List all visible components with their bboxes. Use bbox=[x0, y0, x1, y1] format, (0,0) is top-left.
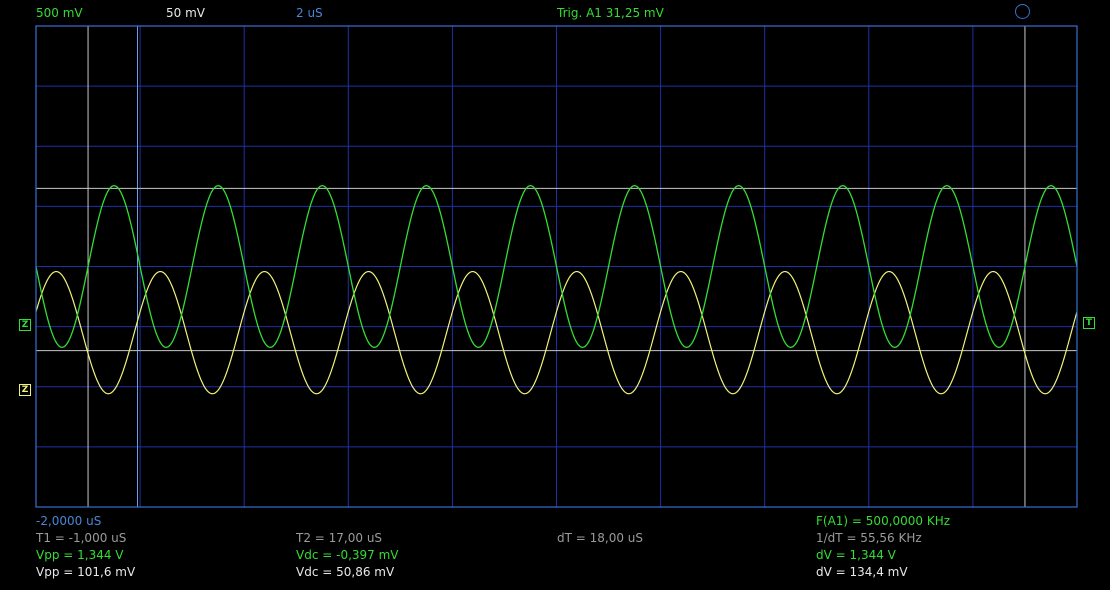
ch1-vpp-readout: Vpp = 1,344 V bbox=[36, 548, 124, 562]
status-indicator-icon[interactable] bbox=[1015, 4, 1030, 19]
ch2-vdc-readout: Vdc = 50,86 mV bbox=[296, 565, 395, 579]
ch2-scale[interactable]: 50 mV bbox=[166, 6, 205, 20]
ch2-dv-readout: dV = 134,4 mV bbox=[816, 565, 908, 579]
ch1-dv-readout: dV = 1,344 V bbox=[816, 548, 896, 562]
ch1-scale[interactable]: 500 mV bbox=[36, 6, 83, 20]
scope-screen bbox=[35, 25, 1078, 508]
inverse-dt-readout: 1/dT = 55,56 KHz bbox=[816, 531, 922, 545]
time-offset: -2,0000 uS bbox=[36, 514, 102, 528]
timebase[interactable]: 2 uS bbox=[296, 6, 323, 20]
cursor-dt: dT = 18,00 uS bbox=[557, 531, 644, 545]
trigger-info[interactable]: Trig. A1 31,25 mV bbox=[557, 6, 664, 20]
trigger-level-marker-icon[interactable]: T bbox=[1083, 317, 1095, 329]
cursor-t2: T2 = 17,00 uS bbox=[296, 531, 383, 545]
frequency-readout: F(A1) = 500,0000 KHz bbox=[816, 514, 951, 528]
ch1-ground-marker-icon[interactable]: Z bbox=[19, 319, 31, 331]
ch1-vdc-readout: Vdc = -0,397 mV bbox=[296, 548, 399, 562]
ch2-ground-marker-icon[interactable]: Z bbox=[19, 384, 31, 396]
ch2-vpp-readout: Vpp = 101,6 mV bbox=[36, 565, 136, 579]
cursor-t1: T1 = -1,000 uS bbox=[36, 531, 127, 545]
